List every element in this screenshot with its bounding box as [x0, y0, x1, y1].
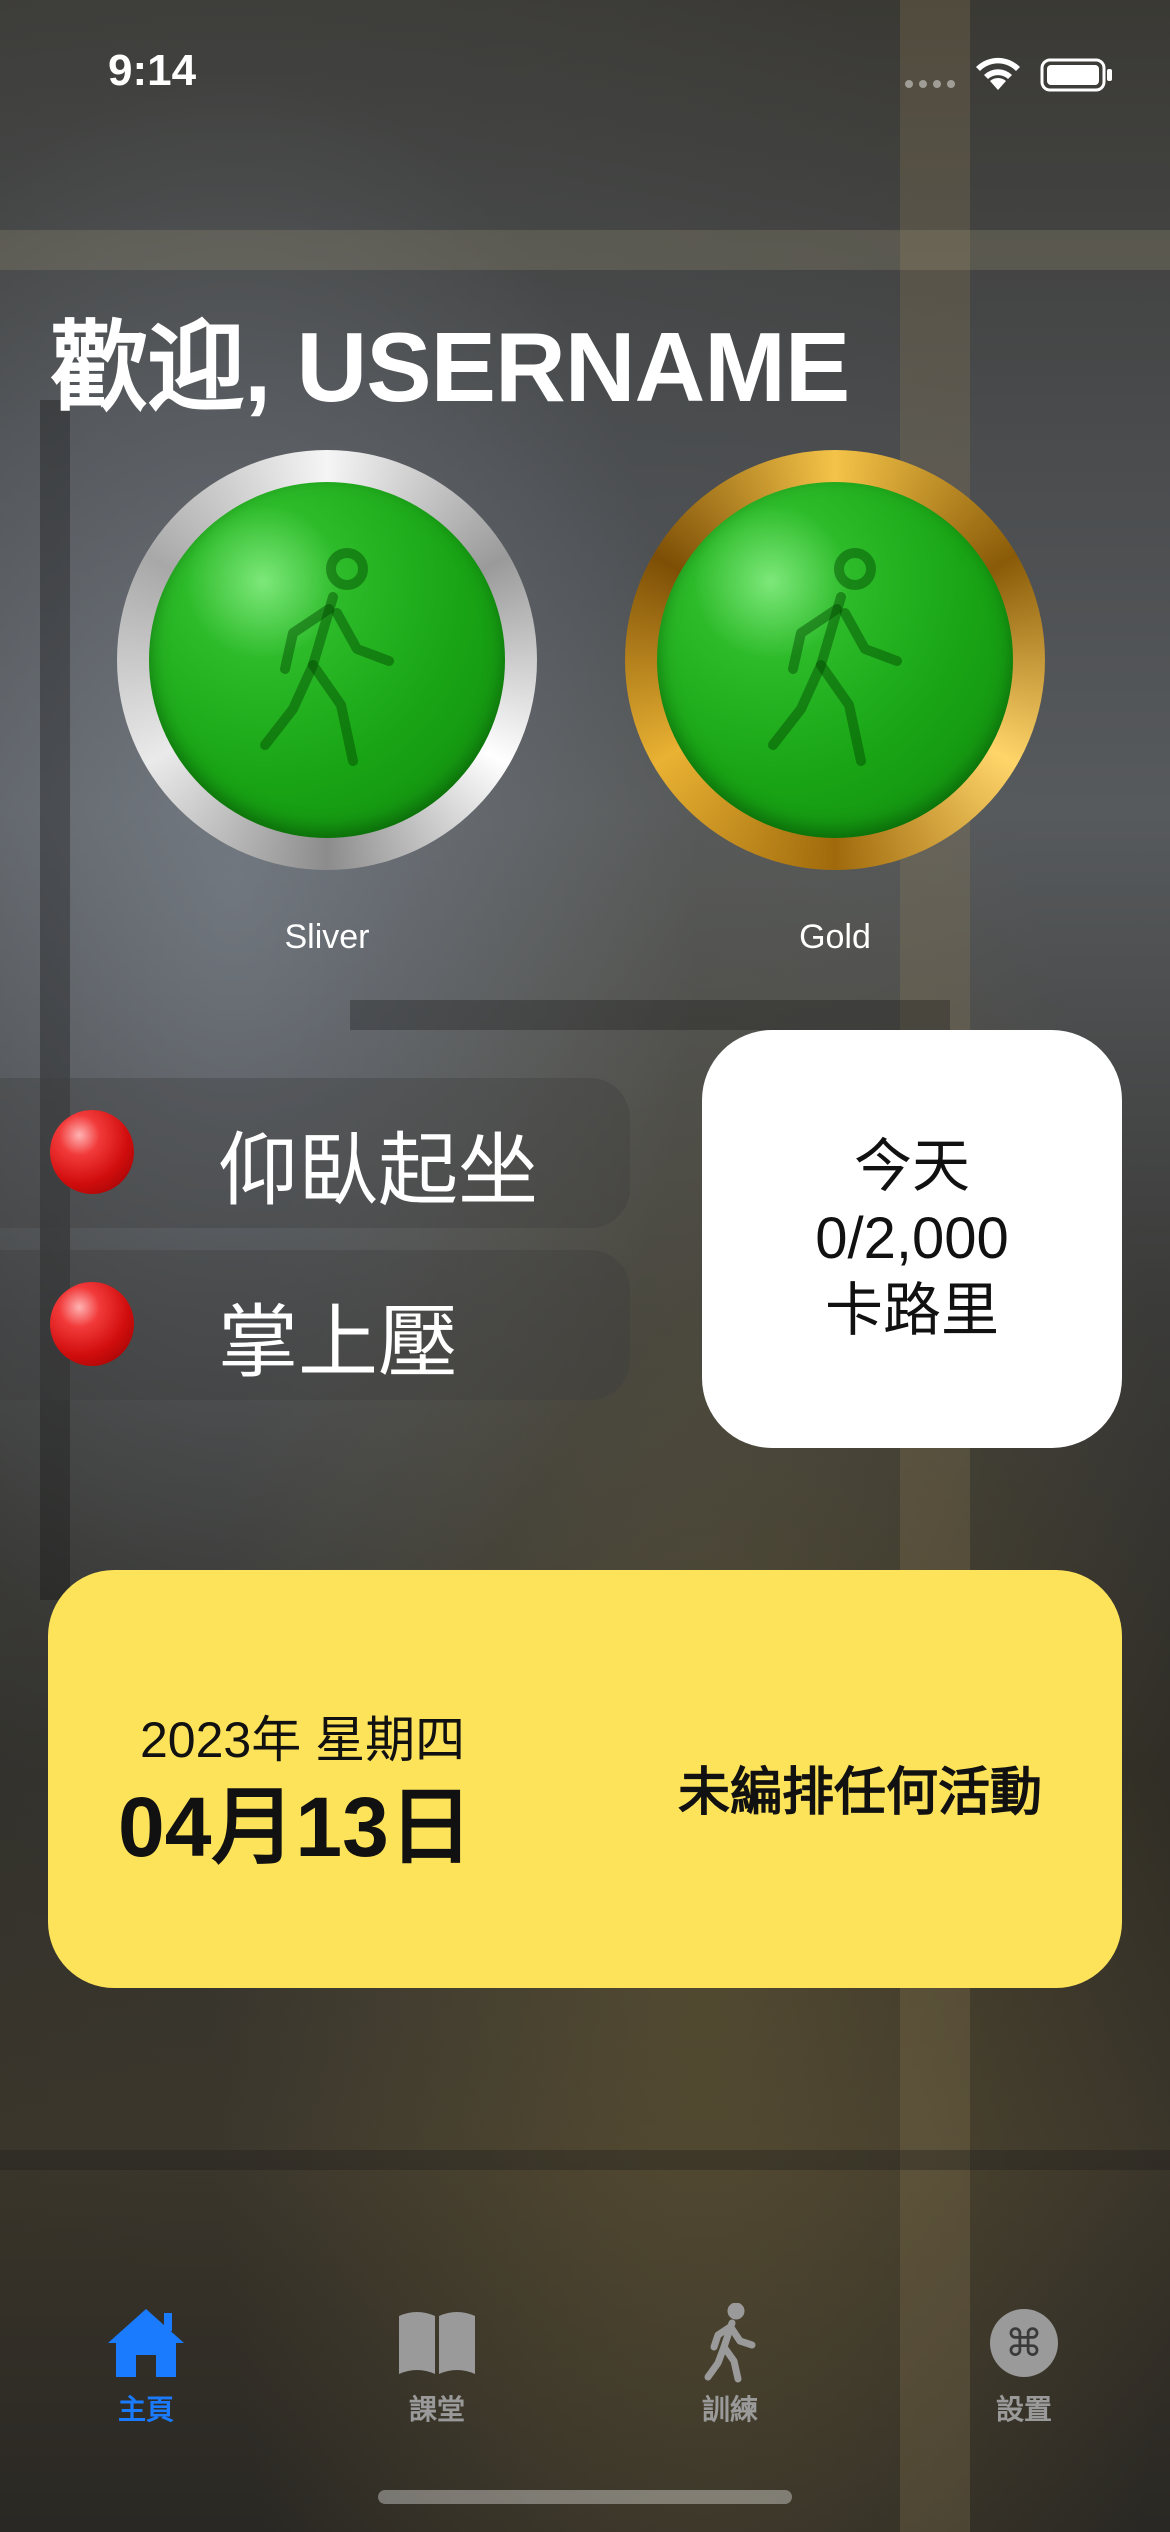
tab-label: 訓練 [701, 2394, 758, 2425]
walking-figure-icon [768, 548, 902, 766]
exercise-label: 仰臥起坐 [218, 1126, 538, 1215]
tab-training[interactable]: 訓練 [630, 2300, 830, 2430]
silver-medal[interactable] [117, 450, 537, 870]
svg-text:⌘: ⌘ [1005, 2321, 1043, 2365]
calorie-unit-label: 卡路里 [824, 1278, 999, 1343]
wifi-icon [976, 57, 1020, 90]
calorie-value: 0/2,000 [815, 1206, 1009, 1271]
exercise-row-pushups[interactable]: 掌上壓 [0, 1250, 630, 1400]
walking-figure-icon [260, 548, 394, 766]
welcome-title: 歡迎, USERNAME [50, 312, 850, 422]
command-icon: ⌘ [990, 2309, 1058, 2377]
silver-medal-label: Sliver [284, 918, 370, 956]
tab-settings[interactable]: ⌘ 設置 [924, 2300, 1124, 2430]
exercise-row-situps[interactable]: 仰臥起坐 [0, 1078, 630, 1228]
book-icon [399, 2312, 475, 2374]
tab-label: 設置 [995, 2394, 1052, 2425]
home-indicator[interactable] [378, 2490, 792, 2504]
schedule-status: 未編排任何活動 [678, 1764, 1043, 1822]
date-card[interactable]: 2023年 星期四 04月13日 未編排任何活動 [48, 1570, 1122, 1988]
signal-dots-icon [905, 80, 959, 88]
gold-medal-label: Gold [799, 918, 871, 956]
walking-icon [704, 2303, 756, 2383]
status-bar: 9:14 [0, 0, 1170, 140]
status-time: 9:14 [108, 46, 197, 95]
tab-label: 課堂 [408, 2394, 465, 2425]
exercise-label: 掌上壓 [218, 1298, 458, 1387]
calorie-card[interactable]: 今天 0/2,000 卡路里 [702, 1030, 1122, 1448]
red-status-dot-icon [50, 1282, 134, 1366]
tab-label: 主頁 [117, 2394, 174, 2425]
calorie-today-label: 今天 [853, 1134, 970, 1199]
date-day: 04月13日 [118, 1780, 473, 1874]
tab-home[interactable]: 主頁 [46, 2300, 246, 2430]
tab-classes[interactable]: 課堂 [337, 2300, 537, 2430]
battery-icon [1040, 58, 1112, 92]
gold-medal[interactable] [625, 450, 1045, 870]
red-status-dot-icon [50, 1110, 134, 1194]
house-icon [108, 2309, 184, 2377]
